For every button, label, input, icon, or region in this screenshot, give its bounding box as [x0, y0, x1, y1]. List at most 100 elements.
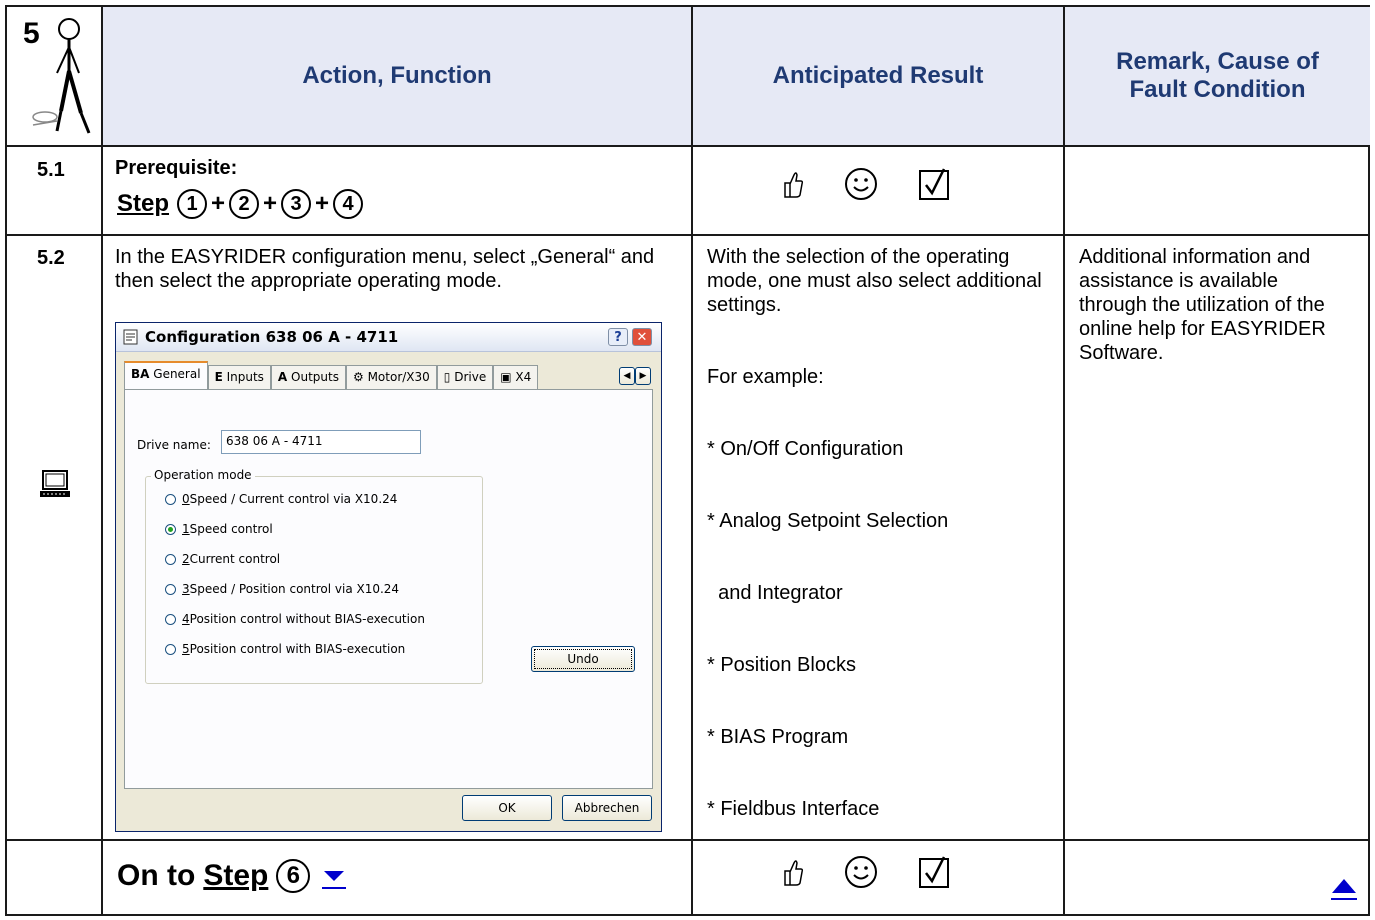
thumbs-up-icon	[784, 172, 804, 198]
tab-inputs[interactable]: E Inputs	[207, 365, 271, 389]
mode-radio-3[interactable]: 3 Speed / Position control via X10.24	[165, 582, 399, 596]
col-result-header: Anticipated Result	[772, 62, 984, 89]
tab-scroll-right-button[interactable]: ▶	[635, 367, 651, 385]
tab-drive[interactable]: ▯ Drive	[436, 365, 494, 389]
mode-label: Position control without BIAS-execution	[189, 612, 425, 626]
row-divider	[7, 145, 1368, 147]
radio-circle	[165, 493, 176, 505]
motor-icon: ⚙	[352, 370, 364, 384]
thumbs-up-icon	[784, 860, 804, 886]
cancel-button[interactable]: Abbrechen	[562, 795, 652, 821]
step-circle: 2	[229, 189, 260, 219]
mode-label: Current control	[189, 552, 281, 566]
mode-radio-1[interactable]: 1 Speed control	[165, 522, 273, 536]
tab-label: Motor/X30	[367, 370, 430, 384]
tab-scroll-left-button[interactable]: ◀	[619, 367, 635, 385]
result-item: and Integrator	[707, 582, 843, 604]
tab-strip: BA General E Inputs A Outputs ⚙ Motor/X3…	[124, 361, 539, 389]
row-number: 5.2	[37, 247, 65, 269]
col-action-header: Action, Function	[302, 62, 492, 89]
tab-prefix: BA	[131, 367, 150, 381]
mode-label: Speed / Position control via X10.24	[189, 582, 400, 596]
mode-radio-0[interactable]: 0 Speed / Current control via X10.24	[165, 492, 397, 506]
tab-prefix: E	[214, 370, 223, 384]
tab-label: Drive	[454, 370, 487, 384]
action-text: In the EASYRIDER configuration menu, sel…	[115, 246, 655, 292]
smiley-icon	[845, 856, 877, 888]
config-doc-icon	[123, 329, 138, 345]
radio-circle	[165, 613, 176, 625]
checkbox-checked-icon	[919, 168, 949, 200]
result-item: * Analog Setpoint Selection	[707, 510, 949, 532]
x4-icon: ▣	[500, 370, 512, 384]
drive-icon: ▯	[443, 370, 451, 384]
plus-sign: +	[263, 190, 278, 217]
stick-figure-icon	[32, 18, 91, 134]
undo-button[interactable]: Undo	[531, 646, 635, 672]
help-button[interactable]: ?	[608, 328, 628, 346]
close-button[interactable]: ✕	[632, 328, 652, 346]
tab-x4[interactable]: ▣ X4	[493, 365, 539, 389]
checkbox-checked-icon	[919, 856, 949, 888]
dialog-title: Configuration 638 06 A - 4711	[145, 328, 399, 346]
prerequisite-label: Prerequisite:	[115, 157, 238, 179]
mode-label: Speed control	[189, 522, 273, 536]
step-circle: 6	[276, 859, 311, 893]
drive-name-label: Drive name:	[137, 438, 211, 452]
tab-prefix: A	[277, 370, 288, 384]
tab-label: Inputs	[226, 370, 264, 384]
computer-icon	[40, 470, 70, 497]
smiley-icon	[845, 168, 877, 200]
step-circle: 1	[177, 189, 208, 219]
step-circle: 3	[281, 189, 312, 219]
arrow-down-icon[interactable]	[322, 861, 347, 891]
row-divider	[7, 839, 1368, 841]
remark-text: Additional information and assistance is…	[1079, 246, 1326, 364]
step-label: Step	[117, 190, 170, 217]
col-remark-header: Remark, Cause of Fault Condition	[1116, 48, 1319, 103]
result-icons	[782, 855, 950, 889]
operation-mode-legend: Operation mode	[151, 468, 255, 482]
step-label[interactable]: Step	[203, 859, 268, 893]
prerequisite-steps: Step 1 + 2 + 3 + 4	[117, 189, 364, 219]
mode-radio-5[interactable]: 5 Position control with BIAS-execution	[165, 642, 405, 656]
row-number: 5.1	[37, 159, 65, 181]
result-item: * Position Blocks	[707, 654, 856, 676]
mode-radio-4[interactable]: 4 Position control without BIAS-executio…	[165, 612, 425, 626]
tab-general[interactable]: BA General	[124, 361, 208, 389]
next-step-link-row: On to Step 6	[117, 859, 347, 893]
tab-motor[interactable]: ⚙ Motor/X30	[345, 365, 437, 389]
mode-key: 2	[182, 552, 190, 566]
drive-name-input[interactable]: 638 06 A - 4711	[221, 430, 421, 454]
radio-circle	[165, 643, 176, 655]
tab-label: Outputs	[291, 370, 339, 384]
result-items: * On/Off Configuration * Analog Setpoint…	[707, 389, 1047, 869]
mode-radio-2[interactable]: 2 Current control	[165, 552, 280, 566]
radio-circle	[165, 553, 176, 565]
radio-circle-selected	[165, 523, 176, 535]
tab-label: X4	[515, 370, 532, 384]
mode-key: 5	[182, 642, 190, 656]
tab-label: General	[153, 367, 201, 381]
radio-circle	[165, 583, 176, 595]
mode-key: 1	[182, 522, 190, 536]
arrow-up-icon[interactable]	[1329, 873, 1359, 903]
general-tab-panel: Drive name: 638 06 A - 4711 Operation mo…	[124, 389, 653, 789]
mode-key: 3	[182, 582, 190, 596]
on-to-label: On to	[117, 859, 196, 892]
mode-key: 0	[182, 492, 190, 506]
result-item: * BIAS Program	[707, 726, 849, 748]
result-item: * On/Off Configuration	[707, 438, 904, 460]
dialog-title-bar: Configuration 638 06 A - 4711	[116, 323, 661, 352]
result-icons	[782, 167, 950, 201]
ok-button[interactable]: OK	[462, 795, 552, 821]
plus-sign: +	[315, 190, 330, 217]
result-item: * Fieldbus Interface	[707, 798, 880, 820]
mode-label: Position control with BIAS-execution	[189, 642, 406, 656]
step-circle: 4	[333, 189, 364, 219]
row-divider	[7, 234, 1368, 236]
tab-outputs[interactable]: A Outputs	[270, 365, 346, 389]
plus-sign: +	[211, 190, 226, 217]
configuration-dialog: Configuration 638 06 A - 4711 ? ✕ BA Gen…	[115, 322, 662, 832]
mode-key: 4	[182, 612, 190, 626]
